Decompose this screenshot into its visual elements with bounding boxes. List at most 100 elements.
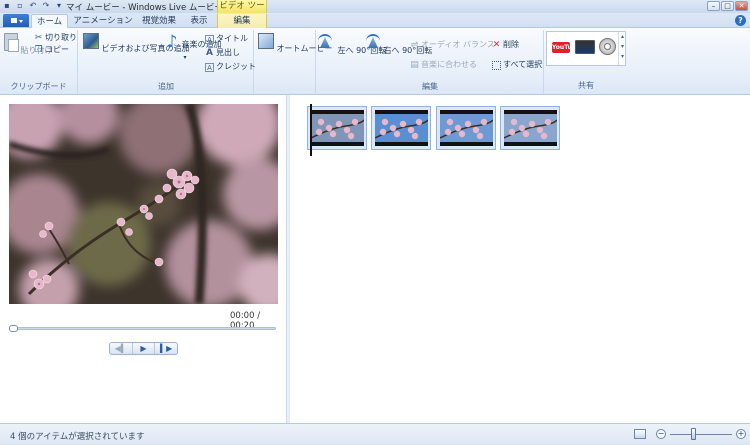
file-menu-button[interactable] xyxy=(3,14,29,27)
fit-to-music-button[interactable]: ▤ 音楽に合わせる xyxy=(410,60,477,70)
add-video-photo-button[interactable]: ビデオおよび写真の追加 xyxy=(83,33,190,54)
help-icon[interactable]: ? xyxy=(735,15,746,26)
share-gallery-scroll[interactable]: ▴ ▾ ▾ xyxy=(618,32,626,65)
youtube-icon[interactable]: YouTube xyxy=(552,42,580,53)
add-music-button[interactable]: ♪ 音楽の追加 ▾ xyxy=(165,32,222,63)
tab-view[interactable]: 表示 xyxy=(183,14,215,28)
delete-label: 削除 xyxy=(503,40,519,49)
video-photo-icon xyxy=(83,33,99,49)
music-note-icon: ♪ xyxy=(166,32,178,52)
caption-button[interactable]: A 見出し xyxy=(205,48,240,58)
credits-label: クレジット xyxy=(216,62,256,71)
next-frame-button[interactable]: ▍▶ xyxy=(154,343,177,354)
credits-button[interactable]: A クレジット xyxy=(205,62,256,72)
status-text: 4 個のアイテムが選択されています xyxy=(10,432,145,442)
automovie-icon xyxy=(258,33,274,49)
clipboard-group-label: クリップボード xyxy=(10,82,67,91)
pane-splitter[interactable] xyxy=(287,95,290,423)
rotate-left-icon xyxy=(317,33,335,51)
redo-icon[interactable]: ↷ xyxy=(41,1,51,11)
save-icon[interactable]: ▫ xyxy=(15,1,25,11)
minimize-button[interactable]: – xyxy=(707,1,720,11)
app-menu-icon[interactable]: ▪ xyxy=(2,1,12,11)
caption-icon: A xyxy=(206,47,213,58)
cut-label: 切り取り xyxy=(45,33,77,42)
rotate-left-button[interactable]: 左へ 90°回転 xyxy=(317,33,386,56)
title-button[interactable]: A タイトル xyxy=(205,34,248,44)
fit-to-music-icon: ▤ xyxy=(410,59,419,70)
audio-balance-button[interactable]: ⇌ オーディオ バランス xyxy=(410,40,495,50)
caption-label: 見出し xyxy=(216,48,240,57)
playback-controls: ◀▍ ▶ ▍▶ xyxy=(109,342,178,355)
audio-balance-icon: ⇌ xyxy=(410,39,419,50)
storyboard-clip[interactable] xyxy=(500,106,560,150)
undo-icon[interactable]: ↶ xyxy=(28,1,38,11)
clip-thumbnail-image xyxy=(504,114,557,142)
dvd-icon[interactable] xyxy=(599,38,616,55)
copy-icon: ❐ xyxy=(34,44,43,55)
cut-button[interactable]: ✂ 切り取り xyxy=(34,33,77,43)
storyboard-clip[interactable] xyxy=(371,106,431,150)
rotate-right-button[interactable]: 右へ 90°回転 xyxy=(363,33,433,56)
rotate-right-icon xyxy=(363,33,381,51)
storyboard-cursor[interactable] xyxy=(310,104,312,156)
select-all-button[interactable]: すべて選択 xyxy=(492,60,542,70)
audio-balance-label: オーディオ バランス xyxy=(421,40,495,49)
copy-label: コピー xyxy=(45,45,69,54)
play-button[interactable]: ▶ xyxy=(131,343,155,354)
zoom-slider-knob[interactable] xyxy=(691,428,696,440)
credits-icon: A xyxy=(205,62,214,72)
maximize-button[interactable]: □ xyxy=(721,1,734,11)
clip-frame xyxy=(311,110,364,146)
preview-monitor xyxy=(9,104,278,304)
copy-button[interactable]: ❐ コピー xyxy=(34,45,69,55)
paste-button[interactable]: 貼り付け xyxy=(4,33,53,56)
window-controls: – □ ✕ xyxy=(707,1,748,11)
automovie-group: オートムービー xyxy=(255,30,333,93)
seek-bar[interactable] xyxy=(11,327,276,330)
clip-thumbnail-image xyxy=(440,114,493,142)
share-gallery: YouTube ▴ ▾ ▾ xyxy=(546,31,626,66)
clip-frame xyxy=(375,110,428,146)
add-group: ビデオおよび写真の追加 ♪ 音楽の追加 ▾ A タイトル A 見出し A クレジ… xyxy=(79,30,256,93)
close-button[interactable]: ✕ xyxy=(735,1,748,11)
cherry-blossom-photo xyxy=(9,104,278,304)
storyboard-clip[interactable] xyxy=(436,106,496,150)
storyboard-clip[interactable] xyxy=(307,106,367,150)
thumbnail-size-icon[interactable] xyxy=(634,429,646,439)
tab-home[interactable]: ホーム xyxy=(31,14,68,28)
title-bar: ▪ ▫ ↶ ↷ ▾ マイ ムービー - Windows Live ムービー ..… xyxy=(0,0,750,24)
share-group-label: 共有 xyxy=(578,81,594,90)
clip-thumbnail-image xyxy=(311,114,364,142)
title-icon: A xyxy=(205,34,214,44)
editing-group: 左へ 90°回転 右へ 90°回転 ⇌ オーディオ バランス ▤ 音楽に合わせる… xyxy=(317,30,544,93)
title-label: タイトル xyxy=(216,34,248,43)
clip-frame xyxy=(504,110,557,146)
tab-edit[interactable]: 編集 xyxy=(217,14,267,28)
seek-knob[interactable] xyxy=(9,325,18,332)
add-music-dropdown-icon[interactable]: ▾ xyxy=(165,53,205,63)
previous-frame-button[interactable]: ◀▍ xyxy=(110,343,132,354)
zoom-slider-track[interactable] xyxy=(670,434,732,435)
select-all-label: すべて選択 xyxy=(503,60,543,69)
tab-visual-effects[interactable]: 視覚効果 xyxy=(138,14,180,28)
clip-frame xyxy=(440,110,493,146)
zoom-in-button[interactable]: + xyxy=(736,429,746,439)
preview-pane: 00:00 / 00:20 ◀▍ ▶ ▍▶ xyxy=(0,95,287,423)
zoom-out-button[interactable]: − xyxy=(656,429,666,439)
clipboard-group: 貼り付け ✂ 切り取り ❐ コピー クリップボード xyxy=(0,30,78,93)
tv-icon[interactable] xyxy=(575,40,595,54)
clip-thumbnail-image xyxy=(375,114,428,142)
context-tab-group-label: ビデオ ツール xyxy=(217,0,267,24)
paste-icon xyxy=(4,33,19,52)
scissors-icon: ✂ xyxy=(34,32,43,43)
select-all-icon xyxy=(492,60,501,70)
automovie-button[interactable]: オートムービー xyxy=(258,33,333,54)
editing-group-label: 編集 xyxy=(422,82,438,91)
ribbon-tab-row: ホーム アニメーション 視覚効果 表示 編集 ? xyxy=(0,13,750,28)
ribbon: 貼り付け ✂ 切り取り ❐ コピー クリップボード ビデオおよび写真の追加 ♪ … xyxy=(0,28,750,95)
customize-dropdown-icon[interactable]: ▾ xyxy=(54,1,64,11)
fit-to-music-label: 音楽に合わせる xyxy=(421,60,477,69)
tab-animations[interactable]: アニメーション xyxy=(72,14,134,28)
delete-button[interactable]: ✕ 削除 xyxy=(492,40,519,50)
